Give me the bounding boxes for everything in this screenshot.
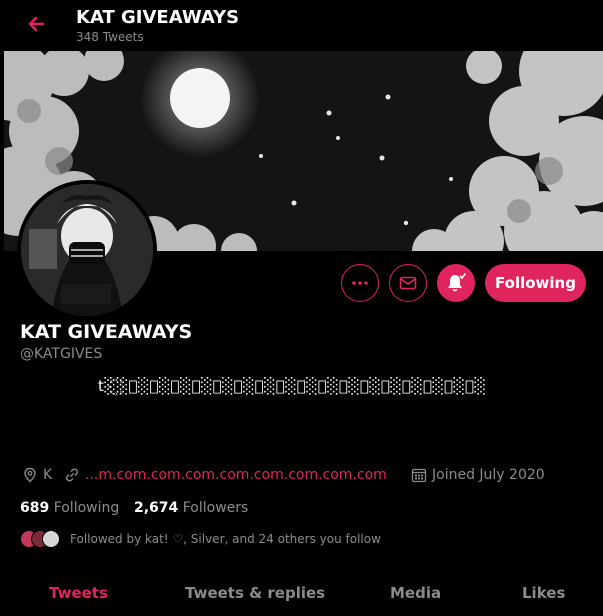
following-label: Following — [53, 500, 120, 516]
location-text: K — [43, 467, 53, 483]
profile-avatar[interactable] — [17, 180, 157, 320]
location-pin-icon — [24, 467, 36, 483]
website-link[interactable]: ...m.com.com.com.com.com.com.com.com — [85, 467, 387, 483]
more-button[interactable] — [341, 264, 379, 302]
bell-check-icon — [448, 273, 467, 292]
tab-likes[interactable]: Likes — [522, 584, 565, 602]
header-title: KAT GIVEAWAYS — [76, 7, 240, 28]
link-icon — [65, 468, 79, 482]
avatar-image — [21, 184, 153, 316]
top-bar: KAT GIVEAWAYS 348 Tweets — [0, 0, 603, 50]
profile-handle: @KATGIVES — [20, 346, 103, 362]
following-count: 689 — [20, 500, 50, 516]
followers-stat[interactable]: 2,674 Followers — [134, 500, 248, 516]
calendar-icon — [411, 468, 427, 483]
following-button[interactable]: Following — [485, 264, 586, 302]
followers-label: Followers — [182, 500, 249, 516]
joined-text: Joined July 2020 — [432, 467, 545, 483]
followed-by-text: Followed by kat! ♡, Silver, and 24 other… — [70, 532, 381, 546]
tab-tweets[interactable]: Tweets — [49, 584, 108, 602]
profile-location: K — [22, 467, 52, 483]
follower-avatar — [42, 530, 60, 548]
profile-url: ...m.com.com.com.com.com.com.com.com — [64, 467, 387, 483]
tweet-count: 348 Tweets — [76, 30, 144, 44]
followers-count: 2,674 — [134, 500, 179, 516]
arrow-left-icon — [28, 16, 45, 32]
tab-tweets-replies[interactable]: Tweets & replies — [185, 584, 325, 602]
profile-tabs: Tweets Tweets & replies Media Likes — [0, 570, 603, 616]
followed-by[interactable]: Followed by kat! ♡, Silver, and 24 other… — [20, 530, 381, 548]
back-button[interactable] — [22, 10, 50, 38]
message-button[interactable] — [389, 264, 427, 302]
profile-name: KAT GIVEAWAYS — [20, 321, 193, 343]
profile-joined: Joined July 2020 — [411, 467, 545, 483]
tab-media[interactable]: Media — [390, 584, 441, 602]
profile-bio: t░꙰░꙰░꙰░꙰░꙰░꙰░꙰░꙰░꙰░꙰░꙰░꙰░꙰░꙰░꙰░꙰░꙰░꙰░ — [98, 377, 487, 395]
ellipsis-icon — [352, 281, 368, 285]
notifications-button[interactable] — [437, 264, 475, 302]
envelope-icon — [399, 276, 417, 290]
following-stat[interactable]: 689 Following — [20, 500, 119, 516]
